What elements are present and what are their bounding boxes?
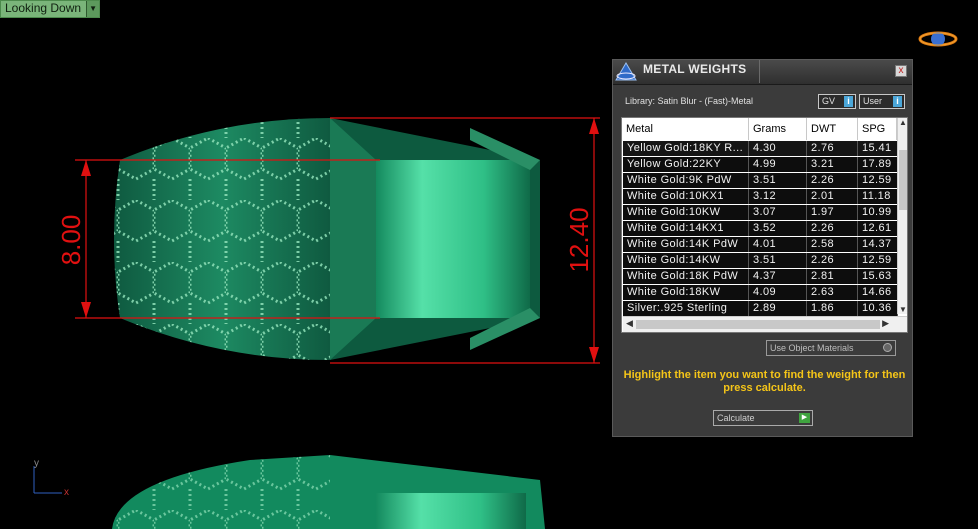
cell-spg: 17.89 — [858, 157, 898, 172]
view-dropdown-label: Looking Down — [5, 1, 82, 15]
pyramid-logo-icon — [615, 62, 637, 81]
library-label: Library: Satin Blur - (Fast)-Metal — [625, 96, 754, 106]
cell-dwt: 2.26 — [807, 221, 858, 236]
cell-spg: 14.37 — [858, 237, 898, 252]
cell-dwt: 2.26 — [807, 173, 858, 188]
cell-dwt: 2.76 — [807, 141, 858, 156]
cell-spg: 15.63 — [858, 269, 898, 284]
cell-dwt: 2.58 — [807, 237, 858, 252]
cell-dwt: 2.01 — [807, 189, 858, 204]
gv-button[interactable]: GV i — [818, 94, 856, 109]
cell-spg: 10.36 — [858, 301, 898, 316]
panel-titlebar[interactable]: METAL WEIGHTS x — [613, 60, 912, 85]
ring-model-lower-view — [112, 455, 545, 529]
panel-title: METAL WEIGHTS — [643, 62, 747, 76]
cell-metal: Silver:.925 Sterling — [623, 301, 749, 316]
play-icon: ▶ — [799, 413, 810, 423]
cell-spg: 12.59 — [858, 253, 898, 268]
cell-metal: White Gold:18KW — [623, 285, 749, 300]
info-icon[interactable]: i — [893, 96, 902, 107]
cell-metal: White Gold:18K PdW — [623, 269, 749, 284]
table-row[interactable]: Yellow Gold:18KY R... 4.30 2.76 15.41 — [623, 141, 898, 156]
table-row[interactable]: White Gold:14KW 3.51 2.26 12.59 — [623, 253, 898, 268]
column-header-spg[interactable]: SPG — [858, 118, 897, 140]
cell-grams: 3.07 — [749, 205, 807, 220]
axis-gizmo: y x — [33, 458, 69, 498]
calculate-label: Calculate — [717, 413, 755, 423]
cell-metal: White Gold:14KW — [623, 253, 749, 268]
table-row[interactable]: Silver:.925 Sterling 2.89 1.86 10.36 — [623, 301, 898, 316]
table-row[interactable]: White Gold:18KW 4.09 2.63 14.66 — [623, 285, 898, 300]
cell-spg: 10.99 — [858, 205, 898, 220]
metal-table[interactable]: Metal Grams DWT SPG Yellow Gold:18KY R..… — [621, 117, 908, 333]
metal-weights-panel: METAL WEIGHTS x Library: Satin Blur - (F… — [612, 59, 913, 437]
column-header-dwt[interactable]: DWT — [807, 118, 858, 140]
cell-grams: 3.52 — [749, 221, 807, 236]
cell-metal: White Gold:10KX1 — [623, 189, 749, 204]
table-row[interactable]: White Gold:9K PdW 3.51 2.26 12.59 — [623, 173, 898, 188]
cell-dwt: 3.21 — [807, 157, 858, 172]
cell-spg: 12.59 — [858, 173, 898, 188]
cell-grams: 2.89 — [749, 301, 807, 316]
chevron-down-icon[interactable]: ▼ — [86, 1, 100, 17]
table-row[interactable]: White Gold:18K PdW 4.37 2.81 15.63 — [623, 269, 898, 284]
table-row[interactable]: Yellow Gold:22KY 4.99 3.21 17.89 — [623, 157, 898, 172]
cell-metal: Yellow Gold:18KY R... — [623, 141, 749, 156]
cell-metal: White Gold:10KW — [623, 205, 749, 220]
cell-grams: 3.12 — [749, 189, 807, 204]
cell-dwt: 1.86 — [807, 301, 858, 316]
close-button[interactable]: x — [895, 65, 907, 77]
orbit-logo-icon[interactable] — [918, 28, 958, 50]
scroll-thumb[interactable] — [899, 150, 907, 210]
cell-dwt: 1.97 — [807, 205, 858, 220]
user-button[interactable]: User i — [859, 94, 905, 109]
table-row[interactable]: White Gold:14KX1 3.52 2.26 12.61 — [623, 221, 898, 236]
scroll-up-icon[interactable]: ▲ — [898, 118, 907, 127]
radio-icon[interactable] — [883, 343, 892, 352]
ring-model — [114, 118, 540, 360]
cell-spg: 12.61 — [858, 221, 898, 236]
cell-spg: 15.41 — [858, 141, 898, 156]
scroll-left-icon[interactable]: ◀ — [626, 318, 633, 329]
cell-dwt: 2.26 — [807, 253, 858, 268]
column-header-metal[interactable]: Metal — [622, 118, 749, 140]
scroll-thumb[interactable] — [636, 320, 880, 329]
user-label: User — [863, 96, 883, 106]
table-row[interactable]: White Gold:14K PdW 4.01 2.58 14.37 — [623, 237, 898, 252]
scroll-right-icon[interactable]: ▶ — [882, 318, 889, 329]
cell-dwt: 2.81 — [807, 269, 858, 284]
cell-metal: White Gold:14K PdW — [623, 237, 749, 252]
info-icon[interactable]: i — [844, 96, 853, 107]
cell-metal: Yellow Gold:22KY — [623, 157, 749, 172]
horizontal-scrollbar[interactable]: ◀ ▶ — [623, 316, 907, 332]
dimension-label-right: 12.40 — [564, 207, 594, 272]
table-row[interactable]: White Gold:10KX1 3.12 2.01 11.18 — [623, 189, 898, 204]
view-dropdown[interactable]: Looking Down ▼ — [0, 0, 101, 18]
scroll-down-icon[interactable]: ▼ — [898, 305, 907, 314]
cell-spg: 11.18 — [858, 189, 898, 204]
cell-dwt: 2.63 — [807, 285, 858, 300]
axis-x-label: x — [64, 487, 69, 498]
cell-metal: White Gold:14KX1 — [623, 221, 749, 236]
column-header-grams[interactable]: Grams — [749, 118, 807, 140]
use-object-materials-label: Use Object Materials — [770, 343, 854, 353]
axis-y-label: y — [34, 458, 39, 469]
table-row[interactable]: White Gold:10KW 3.07 1.97 10.99 — [623, 205, 898, 220]
cell-spg: 14.66 — [858, 285, 898, 300]
calculate-button[interactable]: Calculate ▶ — [713, 410, 813, 426]
cell-grams: 4.30 — [749, 141, 807, 156]
gv-label: GV — [822, 96, 836, 106]
instruction-text: Highlight the item you want to find the … — [623, 369, 906, 394]
vertical-scrollbar[interactable]: ▲ ▼ — [897, 118, 907, 314]
use-object-materials-toggle[interactable]: Use Object Materials — [766, 340, 896, 356]
cell-grams: 3.51 — [749, 253, 807, 268]
cell-grams: 4.09 — [749, 285, 807, 300]
cell-grams: 4.99 — [749, 157, 807, 172]
cell-grams: 3.51 — [749, 173, 807, 188]
cell-metal: White Gold:9K PdW — [623, 173, 749, 188]
dimension-label-left: 8.00 — [56, 215, 86, 266]
cell-grams: 4.01 — [749, 237, 807, 252]
cell-grams: 4.37 — [749, 269, 807, 284]
